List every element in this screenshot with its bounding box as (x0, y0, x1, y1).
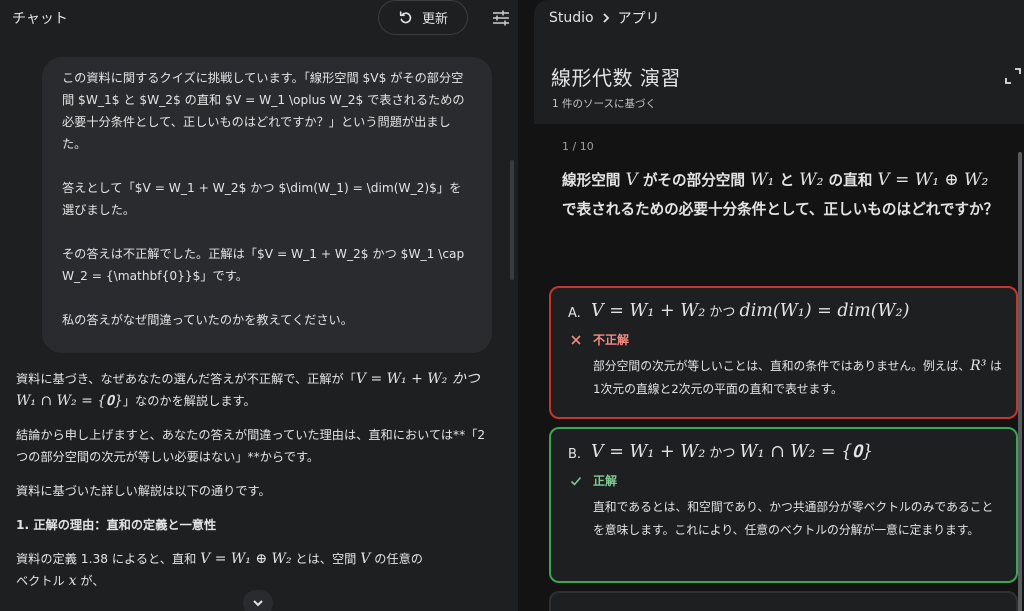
option-letter: A. (568, 306, 581, 321)
verdict-correct: 正解 (593, 474, 618, 488)
chat-header: チャット 更新 (0, 0, 518, 36)
user-message-paragraph: その答えは不正解でした。正解は「$V = W_1 + W_2$ かつ $W_1 … (62, 247, 465, 283)
answer-option-b[interactable]: B. V = W₁ + W₂ かつ W₁ ∩ W₂ = {𝟎} 正解 直和である… (549, 427, 1018, 583)
math-inline: x (68, 573, 77, 589)
question-text: 線形空間 V がその部分空間 W₁ と W₂ の直和 V = W₁ ⊕ W₂ で… (562, 170, 999, 218)
check-icon (570, 476, 582, 486)
response-paragraph: 資料に基づき、なぜあなたの選んだ答えが不正解で、正解が「V = W₁ + W₂ … (16, 371, 480, 409)
option-text: V = W₁ + W₂ かつ dim(W₁) = dim(W₂) (591, 301, 910, 321)
math-inline: V (360, 551, 371, 567)
source-count: 1 件のソースに基づく (552, 98, 656, 110)
chat-scrollbar[interactable] (510, 160, 514, 280)
chat-title: チャット (12, 11, 68, 27)
math-inline: V (625, 170, 638, 190)
refresh-icon (399, 10, 412, 23)
user-message-paragraph: 私の答えがなぜ間違っていたのかを教えてください。 (62, 313, 353, 327)
option-letter: B. (568, 447, 582, 462)
close-icon (571, 335, 581, 345)
math-inline: V = W₁ ⊕ W₂ (877, 170, 989, 190)
expand-icon[interactable] (1005, 68, 1021, 84)
verdict-incorrect: 不正解 (593, 333, 630, 347)
response-paragraph: 資料に基づいた詳しい解説は以下の通りです。 (16, 484, 271, 498)
breadcrumb: Studio アプリ (549, 8, 660, 28)
user-message-paragraph: 答えとして「$V = W_1 + W_2$ かつ $\dim(W_1) = \d… (62, 181, 462, 217)
scroll-down-button[interactable] (243, 590, 273, 611)
answer-option-a[interactable]: A. V = W₁ + W₂ かつ dim(W₁) = dim(W₂) 不正解 … (549, 286, 1018, 419)
studio-panel: Studio アプリ 線形代数 演習 1 件のソースに基づく 1 / 10 線形… (534, 0, 1024, 611)
option-explanation: 直和であるとは、和空間であり、かつ共通部分が零ベクトルのみであることを意味します… (593, 500, 994, 537)
refresh-button[interactable]: 更新 (378, 0, 468, 35)
tune-icon[interactable] (492, 10, 510, 26)
response-paragraph: 資料の定義 1.38 によると、直和 V = W₁ ⊕ W₂ とは、空間 V の… (16, 551, 423, 589)
breadcrumb-studio[interactable]: Studio (549, 10, 594, 26)
chevron-right-icon (602, 13, 609, 23)
quiz-scrollbar[interactable] (1018, 152, 1022, 611)
response-paragraph: 結論から申し上げますと、あなたの答えが間違っていた理由は、直和においては**「2… (16, 428, 486, 464)
user-message-paragraph: この資料に関するクイズに挑戦しています。「線形空間 $V$ がその部分空間 $W… (62, 71, 465, 151)
panel-divider[interactable] (518, 0, 534, 611)
breadcrumb-app: アプリ (617, 11, 660, 27)
page-title: 線形代数 演習 (551, 66, 681, 90)
math-inline: W₁ (750, 170, 775, 190)
option-text: V = W₁ + W₂ かつ W₁ ∩ W₂ = {𝟎} (591, 442, 874, 462)
answer-option-c[interactable] (549, 591, 1018, 611)
assistant-response: 資料に基づき、なぜあなたの選んだ答えが不正解で、正解が「V = W₁ + W₂ … (16, 368, 496, 592)
question-counter: 1 / 10 (562, 140, 594, 153)
refresh-label: 更新 (421, 12, 448, 27)
quiz-panel: 1 / 10 線形空間 V がその部分空間 W₁ と W₂ の直和 V = W₁… (534, 124, 1024, 611)
math-inline: V = W₁ ⊕ W₂ (200, 551, 292, 567)
chevron-down-icon (253, 600, 263, 607)
user-message-bubble: この資料に関するクイズに挑戦しています。「線形空間 $V$ がその部分空間 $W… (42, 57, 492, 353)
math-inline: W₂ (799, 170, 824, 190)
response-heading: 1. 正解の理由：直和の定義と一意性 (16, 518, 217, 532)
option-explanation: 部分空間の次元が等しいことは、直和の条件ではありません。例えば、R³ は1次元の… (593, 358, 1002, 396)
chat-panel: チャット 更新 この資料に関するクイズに挑戦しています。「線形空間 $V$ がそ… (0, 0, 518, 611)
